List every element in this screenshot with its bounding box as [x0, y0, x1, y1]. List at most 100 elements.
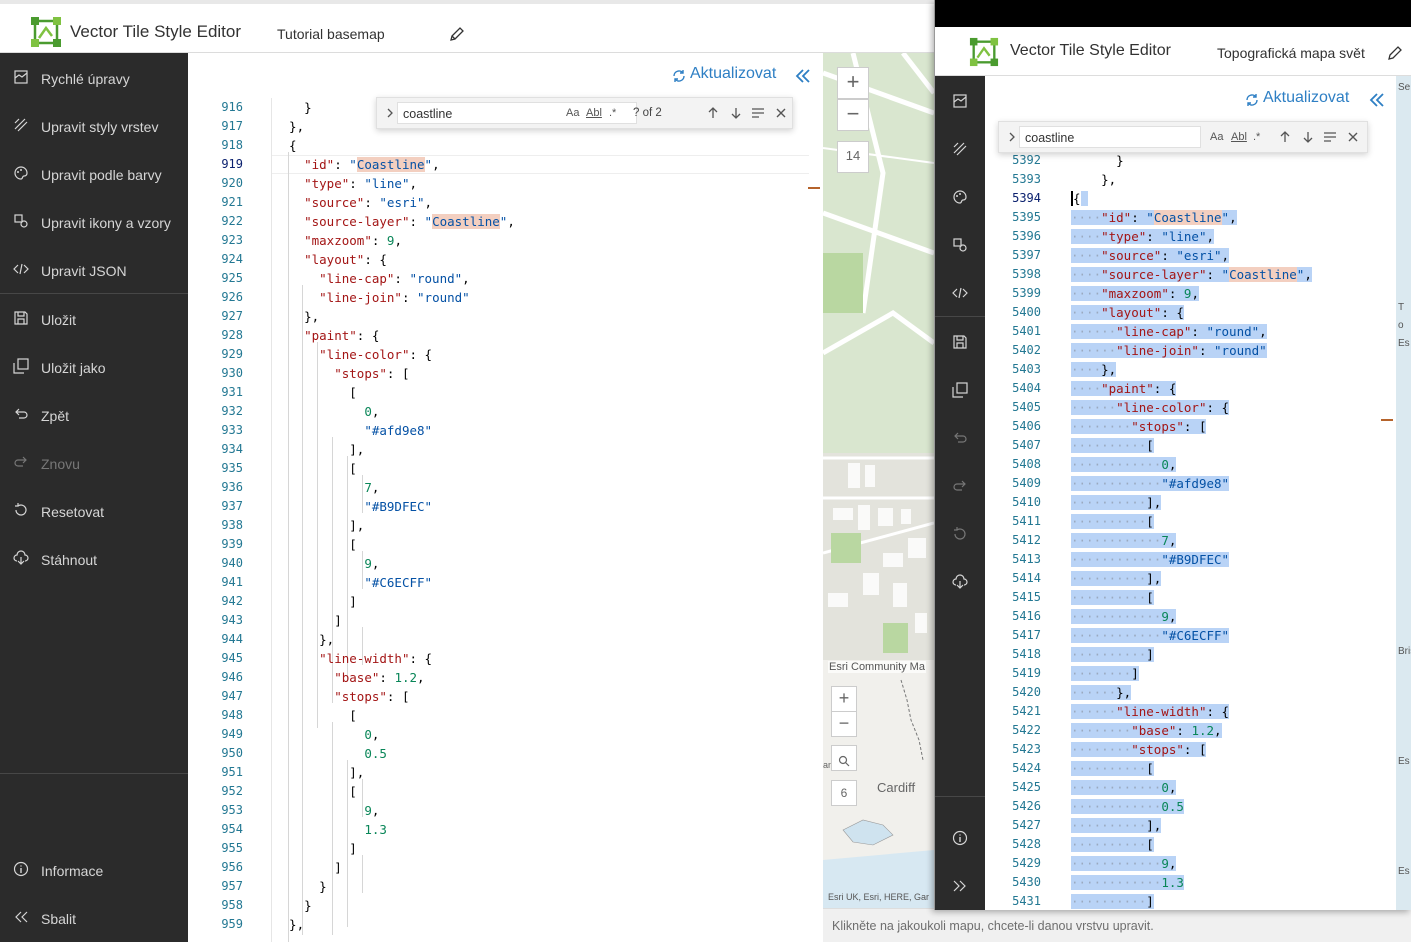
download-icon — [13, 550, 29, 565]
sidebar-item-palette[interactable]: Upravit podle barvy — [0, 152, 188, 192]
find-in-selection-icon[interactable] — [1322, 129, 1338, 145]
close-find-icon[interactable] — [773, 105, 789, 121]
sidebar-item-code[interactable]: Upravit JSON — [0, 248, 188, 288]
line-number: 5412 — [1012, 533, 1041, 547]
sidebar-item-undo[interactable]: Zpět — [0, 393, 188, 433]
toggle-replace-chevron-icon[interactable] — [385, 107, 395, 119]
info-icon[interactable] — [952, 830, 968, 846]
code-icon[interactable] — [952, 285, 968, 301]
line-number: 936 — [221, 480, 243, 494]
find-widget: coastline Aa Abl .* — [998, 121, 1368, 153]
json-editor[interactable]: Aktualizovat 916 917 918 919 920 921 922 923 924… — [188, 53, 823, 942]
inset-search-button[interactable] — [831, 745, 857, 771]
next-match-icon[interactable] — [1300, 129, 1316, 145]
inset-zoom-in-button[interactable]: + — [831, 686, 857, 712]
sidebar-item-redo[interactable]: Znovu — [0, 441, 188, 481]
regex-toggle[interactable]: .* — [609, 107, 616, 119]
code-line: ······"line-width": { — [1071, 704, 1230, 719]
line-number: 952 — [221, 784, 243, 798]
code-line: ············9, — [1071, 856, 1177, 871]
inset-attribution: Esri Community Ma — [828, 661, 926, 673]
code-line: "type": "line", — [304, 176, 418, 191]
find-in-selection-icon[interactable] — [750, 105, 766, 121]
code-line: "line-width": { — [319, 651, 433, 666]
update-button[interactable]: Aktualizovat — [1263, 89, 1349, 107]
line-number: 916 — [221, 100, 243, 114]
refresh-icon[interactable] — [672, 69, 686, 83]
map-name: Tutorial basemap — [277, 26, 385, 42]
line-number: 919 — [221, 157, 243, 171]
edit-title-pencil-icon[interactable] — [1387, 45, 1403, 61]
download-icon[interactable] — [952, 574, 968, 590]
line-number: 945 — [221, 651, 243, 665]
collapse-panel-icon[interactable] — [1368, 91, 1386, 109]
code-line: }, — [274, 632, 335, 647]
sidebar-item-quick-edit[interactable]: Rychlé úpravy — [0, 56, 188, 96]
previous-match-icon[interactable] — [1277, 129, 1293, 145]
icons-patterns-icon[interactable] — [952, 237, 968, 253]
line-number: 918 — [221, 138, 243, 152]
zoom-out-button[interactable]: − — [837, 99, 869, 131]
line-number: 930 — [221, 366, 243, 380]
sidebar-item-icons-patterns[interactable]: Upravit ikony a vzory — [0, 200, 188, 240]
close-find-icon[interactable] — [1345, 129, 1361, 145]
whole-word-toggle[interactable]: Abl — [1231, 131, 1247, 143]
undo-icon[interactable] — [952, 430, 968, 446]
save-icon[interactable] — [952, 334, 968, 350]
line-number: 931 — [221, 385, 243, 399]
match-case-toggle[interactable]: Aa — [566, 107, 579, 119]
map-view-right[interactable]: Se To Es Bris Es Es — [1396, 76, 1411, 910]
layer-style-icon[interactable] — [952, 141, 968, 157]
toggle-replace-chevron-icon[interactable] — [1007, 131, 1017, 143]
regex-toggle[interactable]: .* — [1253, 131, 1260, 143]
expand-icon[interactable] — [952, 878, 968, 894]
previous-match-icon[interactable] — [705, 105, 721, 121]
line-number: 950 — [221, 746, 243, 760]
quick-edit-icon[interactable] — [952, 93, 968, 109]
next-match-icon[interactable] — [728, 105, 744, 121]
edit-title-pencil-icon[interactable] — [449, 26, 465, 42]
find-widget: coastline Aa Abl .* ? of 2 — [376, 97, 793, 129]
code-line: ············7, — [1071, 533, 1177, 548]
code-area[interactable]: } }, { ····"id": "Coastline", ····"type": … — [1065, 151, 1396, 910]
inset-zoom-out-button[interactable]: − — [831, 711, 857, 737]
line-number: 5397 — [1012, 248, 1041, 262]
update-button[interactable]: Aktualizovat — [690, 65, 776, 83]
sidebar-item-layer-style[interactable]: Upravit styly vrstev — [0, 104, 188, 144]
sidebar-item-download[interactable]: Stáhnout — [0, 537, 188, 577]
code-line: "stops": [ — [334, 366, 410, 381]
code-line: "#B9DFEC" — [364, 499, 433, 514]
match-case-toggle[interactable]: Aa — [1210, 131, 1223, 143]
json-editor-right[interactable]: Aktualizovat 5392 5393 5394 5395 5396 5397 539… — [985, 76, 1396, 910]
sidebar-item-reset[interactable]: Resetovat — [0, 489, 188, 529]
code-line: 1.3 — [364, 822, 387, 837]
sidebar-item-save-as[interactable]: Uložit jako — [0, 345, 188, 385]
line-number: 942 — [221, 594, 243, 608]
code-line: 0, — [364, 727, 380, 742]
line-number: 5400 — [1012, 305, 1041, 319]
code-area[interactable]: } }, { "id": "Coastline", "type": "line"… — [272, 98, 809, 942]
line-number: 926 — [221, 290, 243, 304]
line-number: 933 — [221, 423, 243, 437]
line-number: 954 — [221, 822, 243, 836]
sidebar: Rychlé úpravy Upravit styly vrstev Upravit… — [0, 53, 188, 942]
reset-icon[interactable] — [952, 526, 968, 542]
sidebar-item-info[interactable]: Informace — [0, 848, 188, 888]
inset-map[interactable]: Esri Community Ma an + − 6 Cardiff Esri … — [823, 660, 934, 908]
collapse-panel-icon[interactable] — [794, 67, 812, 85]
save-as-icon[interactable] — [952, 382, 968, 398]
find-input[interactable]: coastline — [1019, 126, 1201, 148]
line-number: 947 — [221, 689, 243, 703]
code-line: ··········] — [1071, 647, 1154, 662]
line-number: 5398 — [1012, 267, 1041, 281]
sidebar-item-label: Uložit — [41, 312, 77, 328]
palette-icon[interactable] — [952, 189, 968, 205]
zoom-in-button[interactable]: + — [837, 67, 869, 99]
whole-word-toggle[interactable]: Abl — [586, 107, 602, 119]
map-view[interactable]: + − 14 — [823, 53, 934, 660]
code-line: "#C6ECFF" — [364, 575, 433, 590]
redo-icon[interactable] — [952, 478, 968, 494]
sidebar-item-save[interactable]: Uložit — [0, 297, 188, 337]
refresh-icon[interactable] — [1245, 93, 1259, 107]
sidebar-item-collapse[interactable]: Sbalit — [0, 896, 188, 936]
